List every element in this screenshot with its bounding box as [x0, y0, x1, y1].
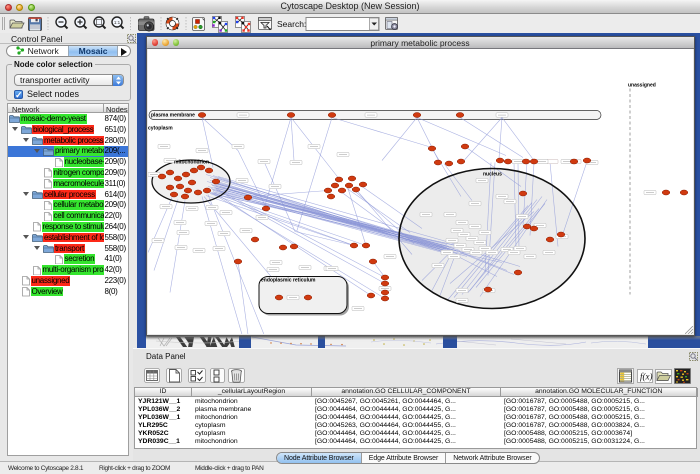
svg-text:f(x): f(x)	[640, 372, 653, 382]
svg-text:plasma membrane: plasma membrane	[151, 113, 195, 119]
svg-text:cytoplasm: cytoplasm	[148, 126, 173, 132]
svg-text:nucleus: nucleus	[483, 172, 502, 178]
svg-text:Search:: Search:	[277, 19, 306, 29]
svg-text:1:1: 1:1	[114, 20, 121, 25]
svg-text:unassigned: unassigned	[628, 83, 656, 89]
svg-text:endoplasmic reticulum: endoplasmic reticulum	[261, 278, 316, 284]
svg-text:mitochondrion: mitochondrion	[174, 160, 209, 166]
